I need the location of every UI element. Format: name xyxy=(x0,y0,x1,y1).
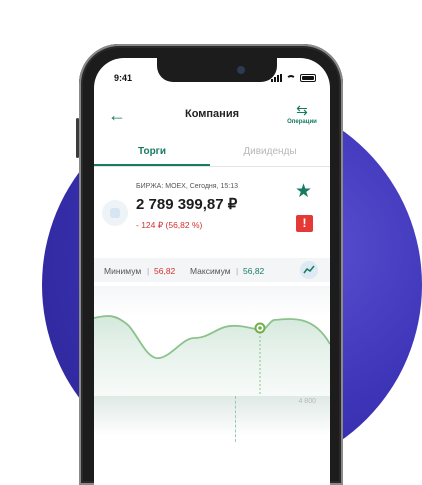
active-tab-indicator xyxy=(94,164,210,166)
star-icon[interactable]: ★ xyxy=(295,182,312,201)
phone-side-button xyxy=(76,118,79,158)
exclamation-icon[interactable]: ! xyxy=(296,215,313,232)
app-header: ← Компания ⇆ Операции xyxy=(94,102,330,138)
min-label: Минимум xyxy=(104,266,142,276)
trend-line-icon[interactable] xyxy=(300,261,318,279)
cursor-point-inner xyxy=(258,326,262,330)
front-camera xyxy=(237,66,245,74)
max-value: 56,82 xyxy=(243,266,265,276)
company-logo xyxy=(102,200,128,226)
price-chart: 4 800 xyxy=(94,286,330,485)
chart-bottom-band xyxy=(94,396,330,436)
min-separator: | xyxy=(147,266,150,276)
tab-dividends[interactable]: Дивиденды xyxy=(210,146,330,157)
max-separator: | xyxy=(236,266,239,276)
price-value: 2 789 399,87 ₽ xyxy=(136,196,238,213)
tab-bar: Торги Дивиденды xyxy=(94,138,330,167)
quote-card: БИРЖА: MOEX, Сегодня, 15:13 2 789 399,87… xyxy=(94,182,330,252)
status-time: 9:41 xyxy=(114,73,133,83)
max-label: Максимум xyxy=(190,266,231,276)
chart-dashed-line xyxy=(235,396,236,442)
min-value: 56,82 xyxy=(154,266,176,276)
price-change: - 124 ₽ (56,82 %) xyxy=(136,220,203,230)
status-bar: 9:41 xyxy=(94,72,330,86)
exchange-info: БИРЖА: MOEX, Сегодня, 15:13 xyxy=(136,183,238,190)
swap-arrows-icon: ⇆ xyxy=(296,102,308,118)
signal-icon xyxy=(271,74,282,82)
min-max-bar: Минимум | 56,82 Максимум | 56,82 xyxy=(94,258,330,282)
chart-line-svg xyxy=(94,315,330,396)
tab-trading[interactable]: Торги xyxy=(94,146,210,157)
operations-button[interactable]: ⇆ Операции xyxy=(284,102,320,125)
battery-icon xyxy=(300,74,316,82)
axis-label-low: 4 800 xyxy=(298,398,316,405)
phone-screen: 9:41 ← Компания ⇆ Операции Торги Дивиден… xyxy=(94,58,330,485)
wifi-icon xyxy=(286,74,296,82)
operations-label: Операции xyxy=(287,119,317,125)
status-icons xyxy=(271,74,316,82)
